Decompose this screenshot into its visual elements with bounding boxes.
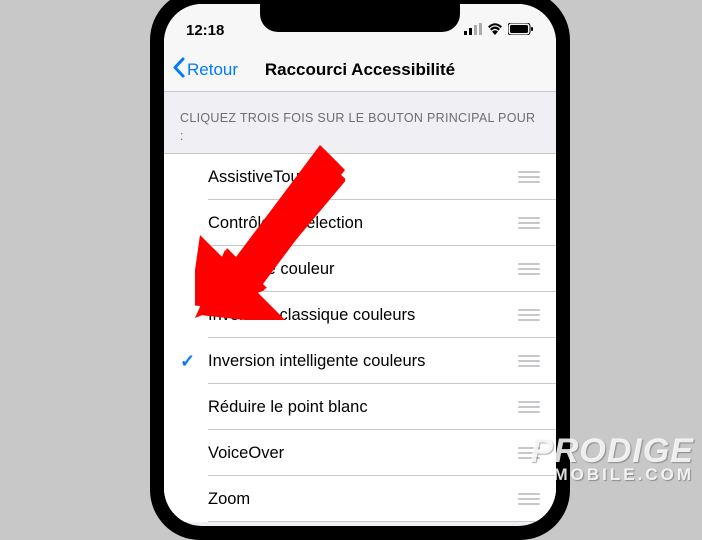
status-icons: [464, 14, 534, 39]
list-item[interactable]: AssistiveTouch: [164, 154, 556, 200]
list-item[interactable]: Filtres de couleur: [164, 246, 556, 292]
drag-handle-icon[interactable]: [516, 263, 556, 275]
page-title: Raccourci Accessibilité: [265, 60, 455, 80]
list-item[interactable]: Contrôle de sélection: [164, 200, 556, 246]
drag-handle-icon[interactable]: [516, 217, 556, 229]
list-item-label: Contrôle de sélection: [208, 214, 516, 233]
watermark-main: PRODIGE: [530, 436, 694, 467]
list-item-label: Inversion intelligente couleurs: [208, 352, 516, 371]
list-item-label: VoiceOver: [208, 444, 516, 463]
drag-handle-icon[interactable]: [516, 355, 556, 367]
back-button[interactable]: Retour: [164, 57, 238, 83]
chevron-left-icon: [172, 57, 185, 83]
drag-handle-icon[interactable]: [516, 493, 556, 505]
drag-handle-icon[interactable]: [516, 171, 556, 183]
checkmark-icon: ✓: [180, 351, 208, 372]
drag-handle-icon[interactable]: [516, 309, 556, 321]
watermark-sub: MOBILE.COM: [530, 467, 694, 482]
battery-icon: [508, 22, 534, 39]
accessibility-list: AssistiveTouch Contrôle de sélection Filtr…: [164, 153, 556, 522]
section-header: CLIQUEZ TROIS FOIS SUR LE BOUTON PRINCIP…: [164, 92, 556, 153]
notch: [260, 4, 460, 32]
nav-bar: Retour Raccourci Accessibilité: [164, 48, 556, 92]
status-time: 12:18: [186, 14, 224, 39]
list-item[interactable]: VoiceOver: [164, 430, 556, 476]
drag-handle-icon[interactable]: [516, 401, 556, 413]
wifi-icon: [487, 22, 503, 39]
list-item-label: Filtres de couleur: [208, 260, 516, 279]
back-label: Retour: [187, 60, 238, 80]
list-item-label: AssistiveTouch: [208, 168, 516, 187]
list-item[interactable]: Réduire le point blanc: [164, 384, 556, 430]
list-item-label: Réduire le point blanc: [208, 398, 516, 417]
list-item[interactable]: Inversion classique couleurs: [164, 292, 556, 338]
phone-frame: 12:18 Retour Raccourci Accessib: [150, 0, 570, 540]
list-item-label: Zoom: [208, 490, 516, 509]
phone-screen: 12:18 Retour Raccourci Accessib: [164, 4, 556, 526]
list-item[interactable]: ✓Inversion intelligente couleurs: [164, 338, 556, 384]
watermark: PRODIGE MOBILE.COM: [530, 436, 694, 482]
list-item-label: Inversion classique couleurs: [208, 306, 516, 325]
signal-icon: [464, 22, 482, 39]
list-item[interactable]: Zoom: [164, 476, 556, 522]
